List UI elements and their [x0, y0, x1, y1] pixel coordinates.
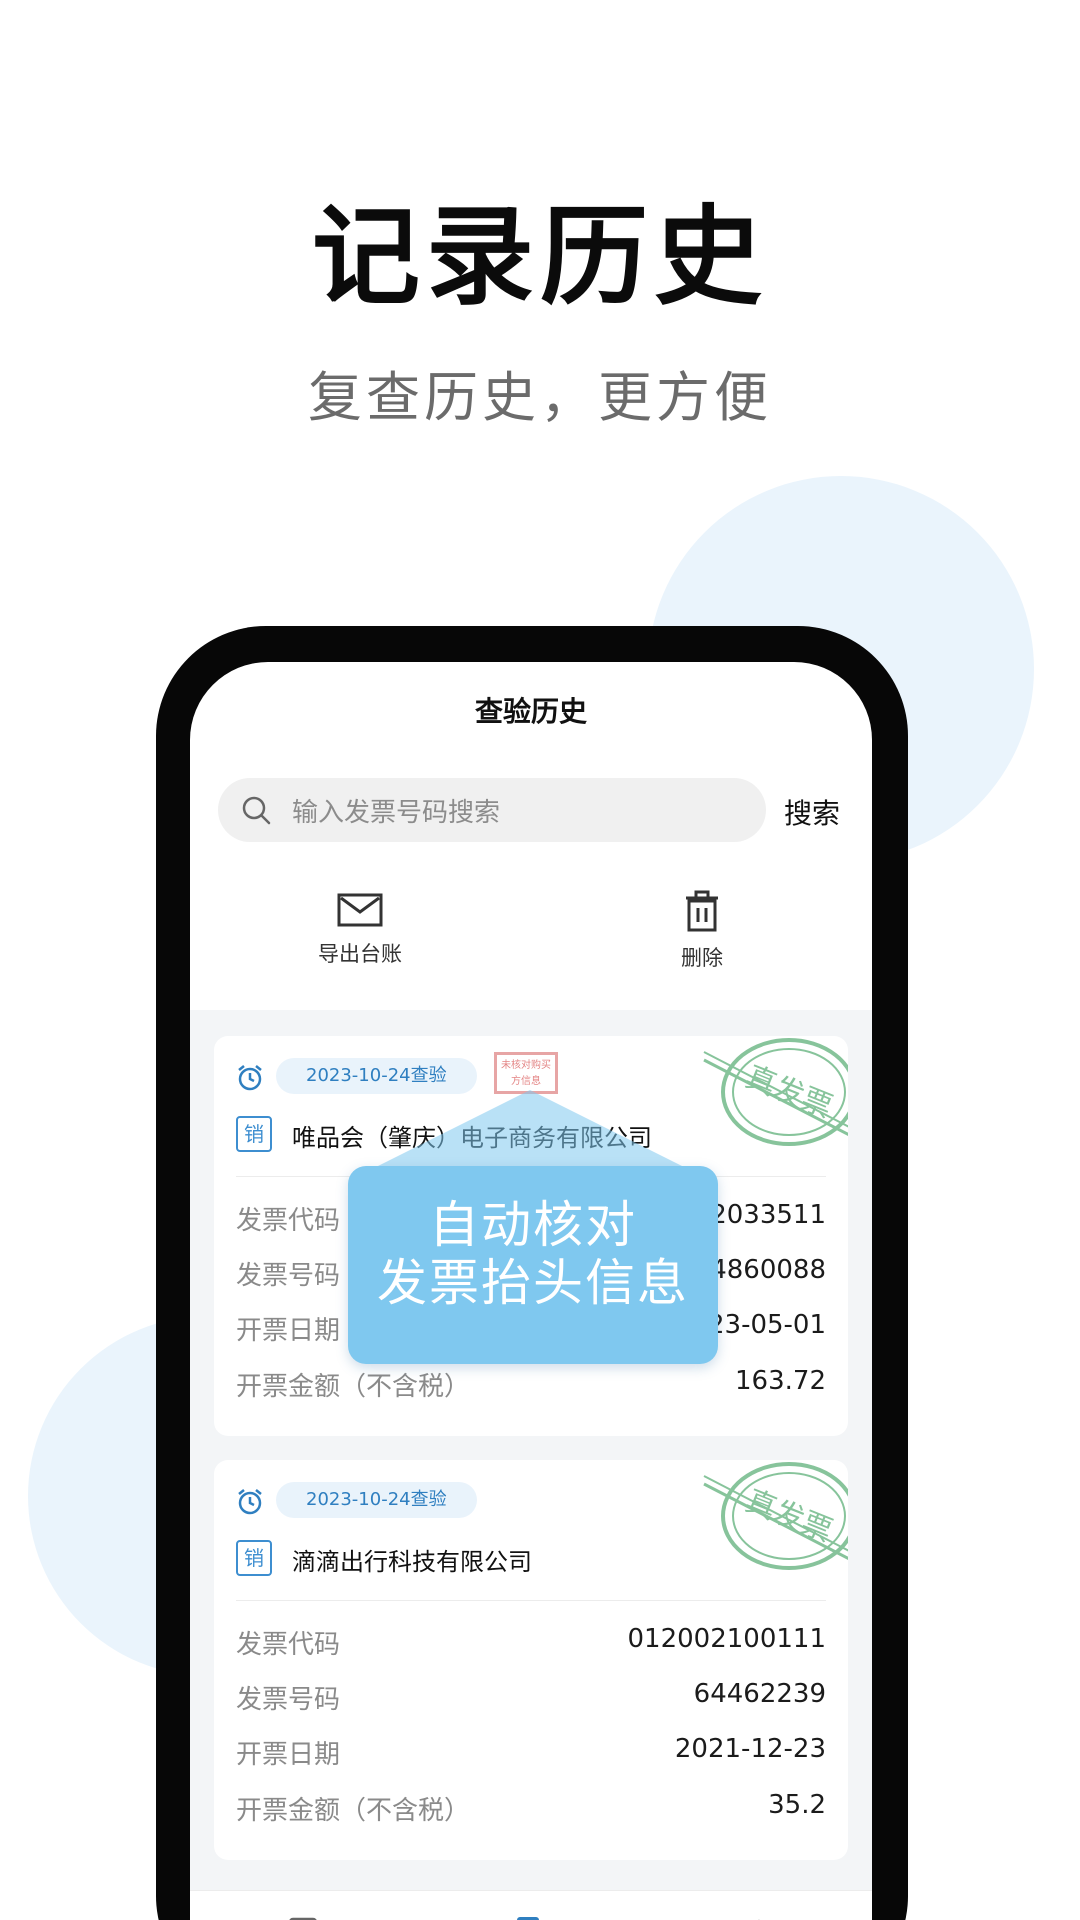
invoice-number-value: 4860088 — [710, 1255, 826, 1285]
search-button[interactable]: 搜索 — [784, 792, 840, 832]
invoice-amount-row: 开票金额（不含税） 35.2 — [236, 1790, 826, 1830]
genuine-invoice-stamp-icon: 真发票 — [703, 1038, 848, 1146]
invoice-amount-label: 开票金额（不含税） — [236, 1796, 471, 1826]
genuine-invoice-stamp-icon: 真发票 — [703, 1462, 848, 1570]
invoice-number-row: 发票号码 64462239 — [236, 1679, 826, 1719]
trash-icon — [686, 890, 718, 932]
search-icon — [242, 796, 271, 825]
invoice-amount-label: 开票金额（不含税） — [236, 1372, 471, 1402]
invoice-code-label: 发票代码 — [236, 1630, 341, 1660]
invoice-code-value: 2033511 — [710, 1200, 826, 1230]
invoice-number-label: 发票号码 — [236, 1685, 341, 1715]
alarm-clock-icon — [238, 1489, 262, 1515]
card-divider — [236, 1600, 826, 1601]
seller-tag: 销 — [236, 1116, 272, 1152]
check-date-badge: 2023-10-24查验 — [276, 1482, 477, 1518]
export-ledger-button[interactable]: 导出台账 — [280, 892, 440, 968]
check-date-badge: 2023-10-24查验 — [276, 1058, 477, 1094]
crown-icon[interactable] — [742, 1915, 776, 1920]
delete-button[interactable]: 删除 — [622, 890, 782, 972]
history-doc-icon[interactable] — [514, 1915, 548, 1920]
stamp-text: 真发票 — [741, 1483, 838, 1549]
promo-subtitle: 复查历史，更方便 — [308, 366, 772, 429]
invoice-date-value: 23-05-01 — [707, 1310, 826, 1340]
invoice-date-label: 开票日期 — [236, 1740, 341, 1770]
invoice-date-value: 2021-12-23 — [674, 1734, 826, 1764]
invoice-code-label: 发票代码 — [236, 1206, 341, 1236]
envelope-icon — [337, 893, 383, 927]
search-bar[interactable]: 输入发票号码搜索 — [218, 778, 766, 842]
stamp-text: 真发票 — [741, 1059, 838, 1125]
callout-line-2: 发票抬头信息 — [377, 1254, 689, 1312]
invoice-number-value: 64462239 — [693, 1679, 826, 1709]
invoice-date-row: 开票日期 2021-12-23 — [236, 1734, 826, 1774]
history-card[interactable]: 真发票 2023-10-24查验 销 滴滴出行科技有限公司 发票代码 01200… — [214, 1460, 848, 1860]
seller-name: 滴滴出行科技有限公司 — [292, 1548, 532, 1576]
unverified-buyer-stamp: 未核对购买方信息 — [494, 1052, 558, 1094]
export-ledger-label: 导出台账 — [318, 942, 402, 966]
invoice-amount-row: 开票金额（不含税） 163.72 — [236, 1366, 826, 1406]
page-title: 查验历史 — [474, 695, 587, 728]
seller-tag: 销 — [236, 1540, 272, 1576]
search-input[interactable]: 输入发票号码搜索 — [292, 792, 500, 829]
invoice-date-label: 开票日期 — [236, 1316, 341, 1346]
invoice-code-row: 发票代码 012002100111 — [236, 1624, 826, 1664]
invoice-amount-value: 35.2 — [768, 1790, 826, 1820]
alarm-clock-icon — [238, 1065, 262, 1091]
invoice-code-value: 012002100111 — [627, 1624, 826, 1654]
callout-pointer — [370, 1090, 690, 1170]
invoice-amount-value: 163.72 — [735, 1366, 826, 1396]
callout-line-1: 自动核对 — [429, 1196, 637, 1254]
invoice-number-label: 发票号码 — [236, 1261, 341, 1291]
bottom-tab-bar — [190, 1890, 872, 1920]
image-scan-icon[interactable] — [286, 1915, 320, 1920]
feature-callout: 自动核对 发票抬头信息 — [348, 1166, 718, 1364]
delete-label: 删除 — [681, 946, 723, 970]
promo-title: 记录历史 — [311, 195, 768, 320]
